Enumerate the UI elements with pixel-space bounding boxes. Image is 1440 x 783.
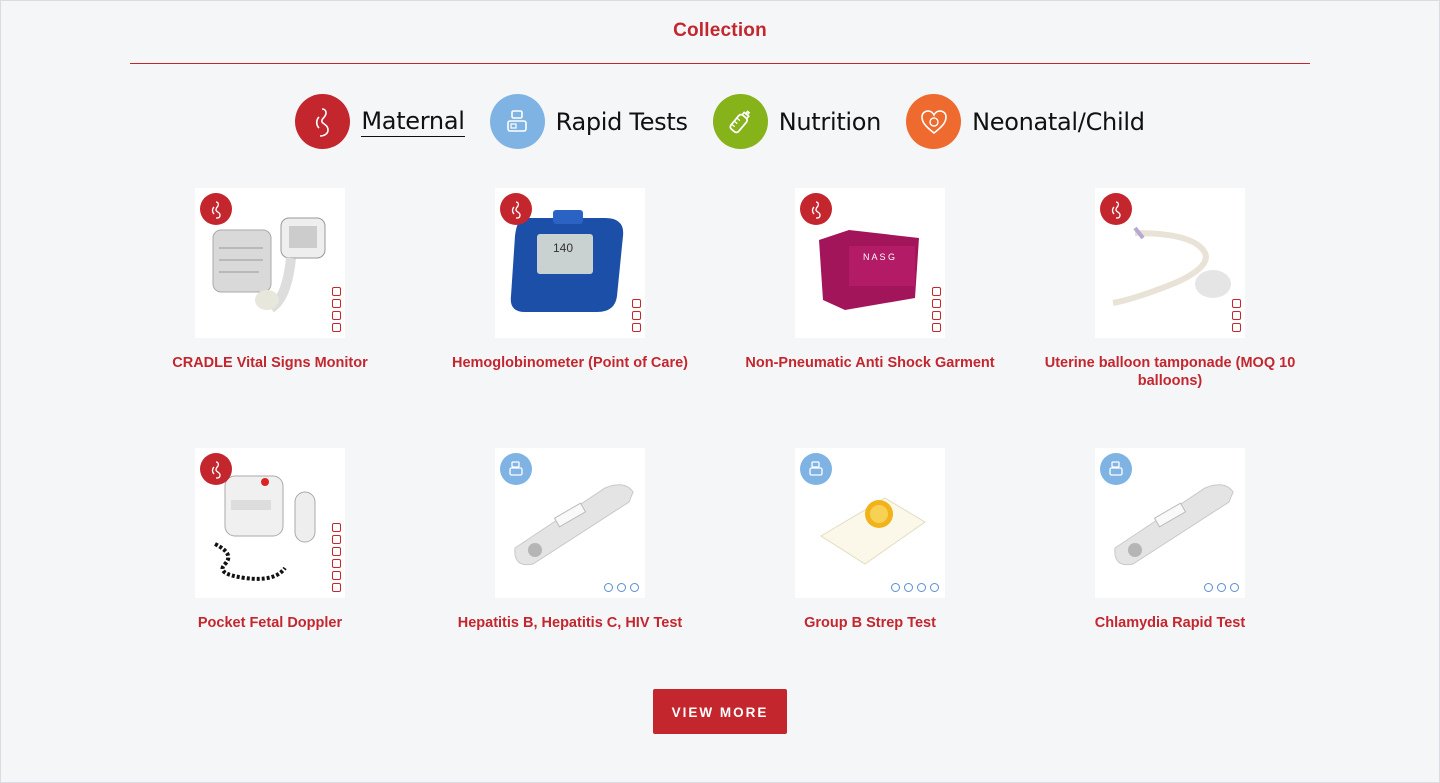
product-name: Pocket Fetal Doppler — [197, 615, 343, 631]
product-image: N A S G — [795, 188, 945, 338]
maternal-badge-icon — [200, 193, 232, 225]
product-image — [1095, 188, 1245, 338]
feature-icons — [632, 299, 641, 332]
product-card[interactable]: 140 Hemoglobinometer (Point of Care) — [420, 188, 720, 372]
category-filter: Maternal Rapid Tests Nutrition Neonatal/… — [0, 94, 1440, 149]
product-card[interactable]: CRADLE Vital Signs Monitor — [120, 188, 420, 372]
category-label: Neonatal/Child — [972, 107, 1145, 136]
product-image — [795, 448, 945, 598]
feature-icons — [932, 287, 941, 332]
product-card[interactable]: Uterine balloon tamponade (MOQ 10 balloo… — [1020, 188, 1320, 390]
maternal-badge-icon — [200, 453, 232, 485]
product-card[interactable]: Chlamydia Rapid Test — [1020, 448, 1320, 632]
feature-icons — [1204, 583, 1239, 592]
rapid-test-badge-icon — [1100, 453, 1132, 485]
product-name: Hepatitis B, Hepatitis C, HIV Test — [457, 615, 683, 631]
baby-bottle-icon — [712, 94, 768, 149]
feature-icons — [604, 583, 639, 592]
product-name: Hemoglobinometer (Point of Care) — [451, 355, 689, 371]
title-divider — [130, 63, 1310, 64]
product-card[interactable]: N A S G Non-Pneumatic Anti Shock Garment — [720, 188, 1020, 372]
category-label: Nutrition — [778, 107, 882, 136]
view-more-button[interactable]: VIEW MORE — [653, 689, 787, 734]
rapid-test-badge-icon — [800, 453, 832, 485]
category-rapid-tests[interactable]: Rapid Tests — [489, 94, 688, 149]
product-name: Chlamydia Rapid Test — [1094, 615, 1246, 631]
category-label: Rapid Tests — [555, 107, 688, 136]
product-image — [495, 448, 645, 598]
category-nutrition[interactable]: Nutrition — [712, 94, 882, 149]
category-neonatal-child[interactable]: Neonatal/Child — [906, 94, 1145, 149]
maternal-badge-icon — [1100, 193, 1132, 225]
baby-heart-icon — [906, 94, 962, 149]
maternal-badge-icon — [800, 193, 832, 225]
svg-text:N A S G: N A S G — [863, 252, 895, 262]
rapid-test-icon — [489, 94, 545, 149]
feature-icons — [332, 523, 341, 592]
product-name: Uterine balloon tamponade (MOQ 10 balloo… — [1044, 355, 1296, 389]
product-card[interactable]: Pocket Fetal Doppler — [120, 448, 420, 632]
product-name: CRADLE Vital Signs Monitor — [172, 355, 368, 371]
category-label: Maternal — [361, 106, 465, 137]
product-image — [195, 188, 345, 338]
product-name: Non-Pneumatic Anti Shock Garment — [745, 355, 995, 371]
feature-icons — [332, 287, 341, 332]
product-image — [195, 448, 345, 598]
svg-text:140: 140 — [553, 241, 573, 255]
product-name: Group B Strep Test — [804, 615, 936, 631]
feature-icons — [1232, 299, 1241, 332]
product-card[interactable]: Hepatitis B, Hepatitis C, HIV Test — [420, 448, 720, 632]
product-card[interactable]: Group B Strep Test — [720, 448, 1020, 632]
rapid-test-badge-icon — [500, 453, 532, 485]
page-title: Collection — [673, 20, 767, 41]
feature-icons — [891, 583, 939, 592]
pregnant-woman-icon — [295, 94, 351, 149]
product-image — [1095, 448, 1245, 598]
product-image: 140 — [495, 188, 645, 338]
category-maternal[interactable]: Maternal — [295, 94, 465, 149]
maternal-badge-icon — [500, 193, 532, 225]
